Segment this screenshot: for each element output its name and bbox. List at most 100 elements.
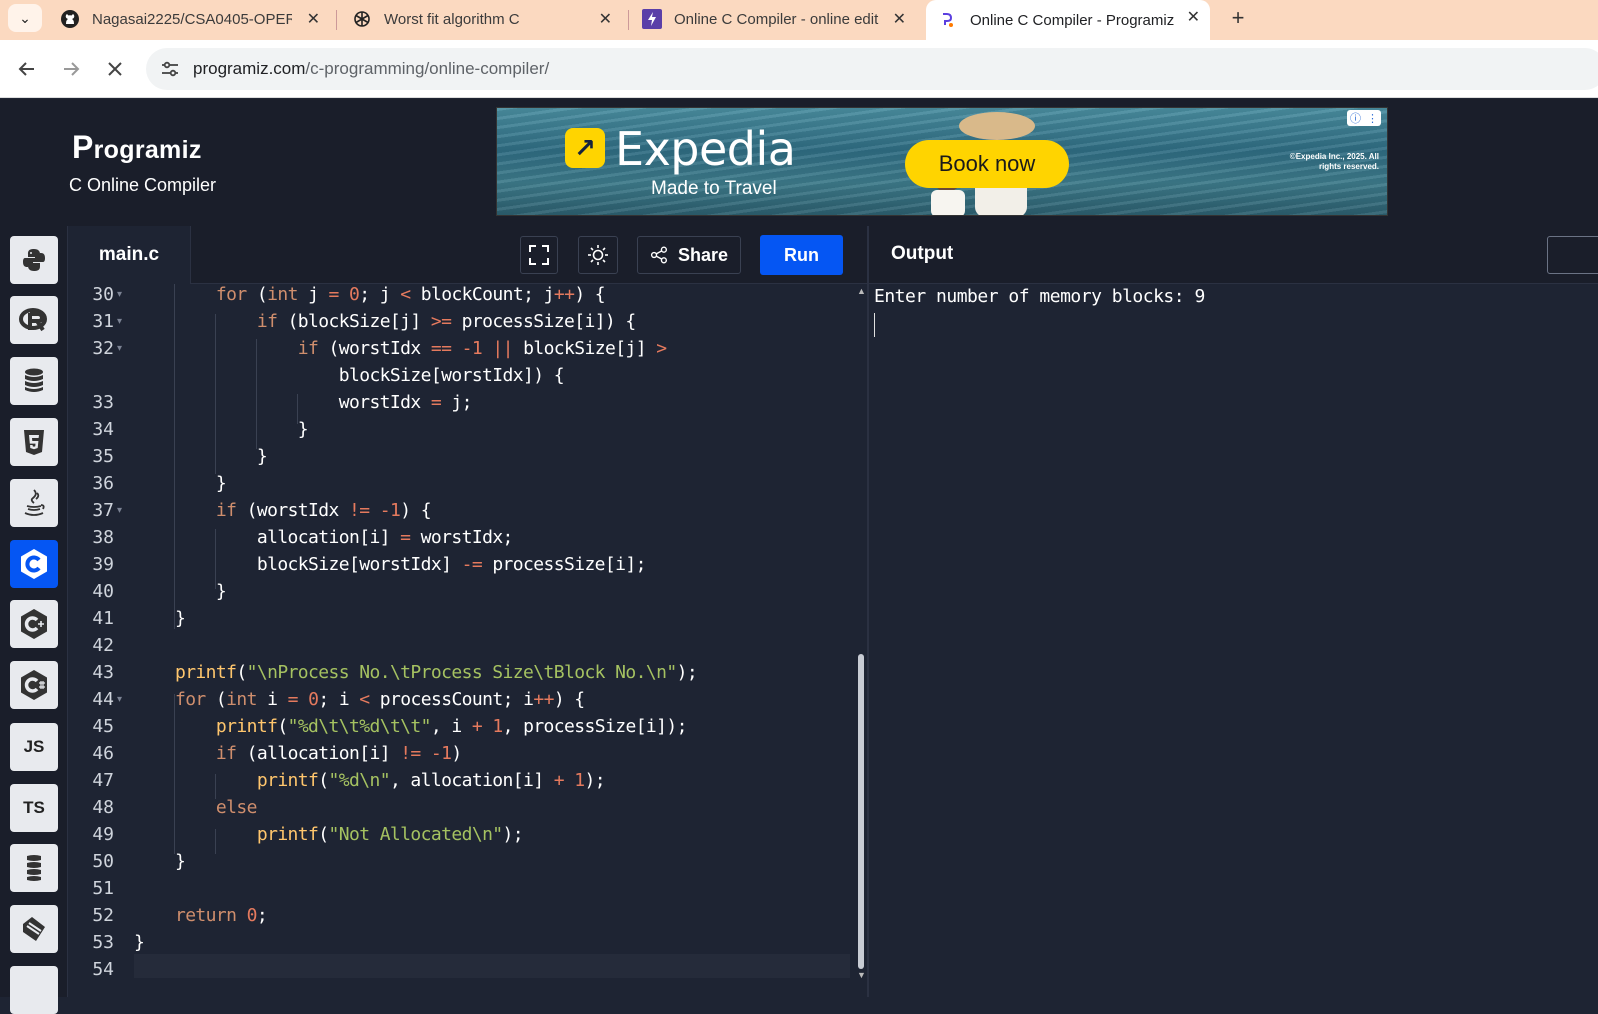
ad-book-now-button[interactable]: Book now [905,140,1069,188]
bolt-icon [642,9,662,29]
line-number: 40 [92,581,114,602]
line-number: 32 [92,338,114,359]
line-number: 46 [92,743,114,764]
cpp-icon [21,609,47,639]
line-number: 52 [92,905,114,926]
chevron-down-icon: ⌄ [19,9,31,26]
new-tab-button[interactable]: + [1224,4,1252,32]
stop-loading-button[interactable] [102,56,128,82]
line-number: 41 [92,608,114,629]
scroll-up-arrow-icon[interactable]: ▲ [857,286,866,296]
language-typescript[interactable]: TS [10,784,58,832]
url-field[interactable]: programiz.com/c-programming/online-compi… [146,48,1598,90]
clear-output-button[interactable] [1547,236,1598,274]
close-tab-icon[interactable]: ✕ [1187,7,1200,27]
close-tab-icon[interactable]: ✕ [893,9,906,29]
file-tab-main-c[interactable]: main.c [68,226,191,284]
info-icon: ⓘ [1350,113,1361,125]
fullscreen-icon [529,245,549,265]
code-line: worstIdx = j; [134,392,473,413]
language-java[interactable] [10,479,58,527]
line-number: 51 [92,878,114,899]
code-line: } [134,581,227,602]
scrollbar-thumb[interactable] [858,654,864,969]
javascript-icon: JS [23,737,45,756]
code-editor[interactable]: 30 ▾ 31 ▾ 32 ▾ 33 34 35 36 37 ▾ 38 39 40… [68,284,854,997]
arrow-left-icon [18,62,34,76]
language-sidebar: JS TS [0,226,68,1014]
language-javascript[interactable]: JS [10,723,58,771]
code-line: } [134,473,227,494]
code-line: blockSize[worstIdx] -= processSize[i]; [134,554,647,575]
editor-toolbar: main.c Share Run [68,226,868,284]
back-button[interactable] [14,56,40,82]
language-go[interactable] [10,844,58,892]
close-tab-icon[interactable]: ✕ [307,9,320,29]
language-cpp[interactable] [10,600,58,648]
fullscreen-button[interactable] [520,236,558,274]
code-line: } [134,446,268,467]
html-icon [24,430,44,455]
browser-tab-github[interactable]: Nagasai2225/CSA0405-OPERAT ✕ [48,2,330,36]
fold-arrow-icon[interactable]: ▾ [117,289,122,300]
typescript-icon: TS [23,798,45,817]
language-r[interactable] [10,296,58,344]
code-line: printf("%d\n", allocation[i] + 1); [256,770,606,791]
share-icon [650,246,668,264]
line-number: 50 [92,851,114,872]
github-icon [60,9,80,29]
address-bar-row: programiz.com/c-programming/online-compi… [0,40,1598,98]
line-number: 42 [92,635,114,656]
language-python[interactable] [10,236,58,284]
code-line: if (allocation[i] != -1) [215,743,462,764]
language-html[interactable] [10,418,58,466]
url-host: programiz.com [193,59,306,78]
code-line: } [134,851,186,872]
output-header: Output [869,226,1598,284]
line-number: 38 [92,527,114,548]
code-line: } [134,419,309,440]
active-line-highlight [134,954,850,978]
close-icon [108,62,122,76]
programiz-logo[interactable]: Programiz [72,129,202,166]
forward-button[interactable] [58,56,84,82]
code-line: if (blockSize[j] >= processSize[i]) { [256,311,636,332]
c-icon [21,549,47,579]
language-more[interactable] [10,966,58,1014]
code-line: printf("\nProcess No.\tProcess Size\tBlo… [174,662,698,683]
more-vertical-icon: ⋮ [1367,112,1378,125]
tab-separator [628,10,629,30]
fold-arrow-icon[interactable]: ▾ [117,343,122,354]
code-line: return 0; [174,905,268,926]
language-c[interactable] [10,540,58,588]
line-number: 48 [92,797,114,818]
scroll-down-arrow-icon[interactable]: ▼ [857,970,866,980]
line-number: 47 [92,770,114,791]
language-csharp[interactable] [10,661,58,709]
tab-search-button[interactable]: ⌄ [8,4,42,32]
site-settings-icon[interactable] [160,59,180,79]
browser-tab-bar: ⌄ Nagasai2225/CSA0405-OPERAT ✕ Worst fit… [0,0,1598,40]
url-text: programiz.com/c-programming/online-compi… [193,59,549,79]
fold-arrow-icon[interactable]: ▾ [117,316,122,327]
fold-arrow-icon[interactable]: ▾ [117,505,122,516]
language-swift[interactable] [10,905,58,953]
browser-tab-chatgpt[interactable]: Worst fit algorithm C ✕ [340,2,622,36]
tab-title: Nagasai2225/CSA0405-OPERAT [92,10,292,28]
fold-arrow-icon[interactable]: ▾ [117,694,122,705]
theme-toggle-button[interactable] [578,236,618,274]
arrow-right-icon [64,62,80,76]
code-line: else [215,797,258,818]
share-button[interactable]: Share [637,236,741,274]
output-console[interactable]: Enter number of memory blocks: 9 [869,284,1598,997]
line-number: 44 [92,689,114,710]
language-sql[interactable] [10,357,58,405]
close-tab-icon[interactable]: ✕ [599,9,612,29]
run-button[interactable]: Run [760,235,843,275]
editor-scrollbar[interactable]: ▲ ▼ [854,284,868,997]
ad-copyright: ©Expedia Inc., 2025. All rights reserved… [1289,152,1379,172]
browser-tab-onlinegdb[interactable]: Online C Compiler - online edit ✕ [630,2,916,36]
browser-tab-programiz[interactable]: Online C Compiler - Programiz ✕ [926,0,1210,40]
ad-choices[interactable]: ⓘ ⋮ [1347,110,1381,126]
advertisement-banner[interactable]: ↗ Expedia Made to Travel Book now ©Exped… [496,107,1388,216]
